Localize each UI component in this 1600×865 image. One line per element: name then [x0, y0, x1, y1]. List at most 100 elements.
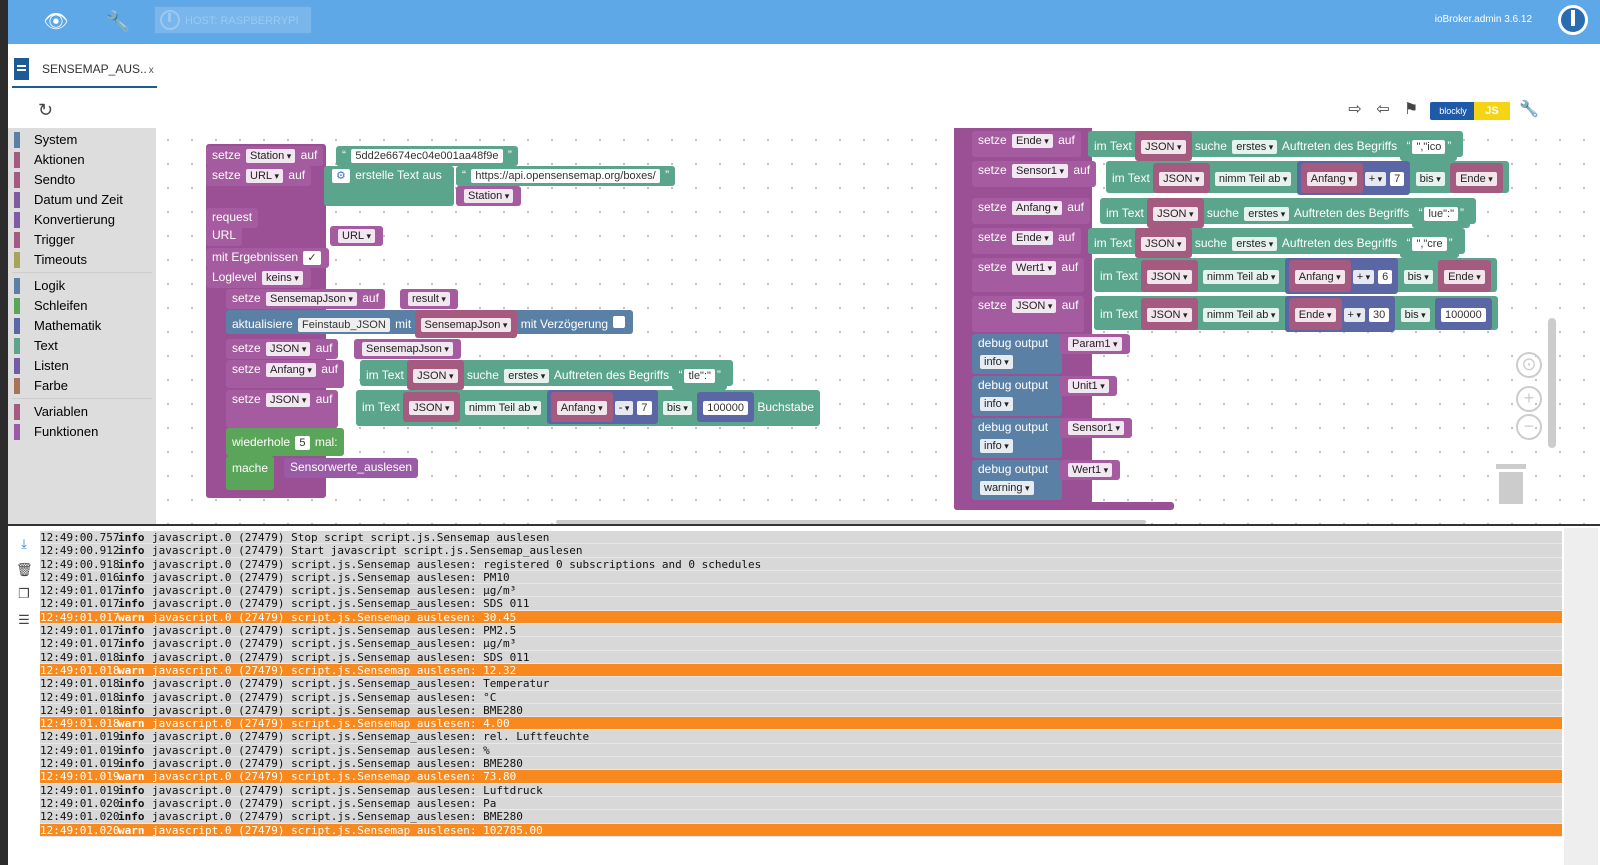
- number-field[interactable]: 5: [295, 436, 310, 450]
- zoom-out-icon[interactable]: −: [1516, 414, 1542, 440]
- number-field[interactable]: 30: [1368, 308, 1390, 322]
- copy-icon[interactable]: ❐: [16, 586, 32, 602]
- wert1-variable-block[interactable]: Wert1: [1060, 460, 1121, 480]
- variable-dropdown[interactable]: SensemapJson: [266, 292, 357, 306]
- variable-dropdown[interactable]: Sensor1: [1068, 421, 1125, 435]
- operator-dropdown[interactable]: +: [1343, 308, 1365, 322]
- iobroker-logo-icon[interactable]: [1558, 5, 1588, 35]
- variable-dropdown[interactable]: Anfang: [1012, 201, 1062, 215]
- set-ende-block[interactable]: setze Ende auf: [972, 131, 1081, 157]
- debug-output-unit1-block[interactable]: debug output info: [972, 376, 1062, 416]
- unit1-variable-block[interactable]: Unit1: [1060, 376, 1117, 396]
- host-selector[interactable]: HOST: RASPBERRYPI: [154, 6, 312, 34]
- toolbox-category-logik[interactable]: Logik: [14, 277, 65, 295]
- text-substring-json-block[interactable]: im Text JSON nimm Teil ab Ende +30 bis 10…: [1094, 296, 1498, 332]
- string-field[interactable]: tle":": [684, 369, 715, 383]
- variable-dropdown[interactable]: Anfang: [266, 363, 316, 377]
- variable-dropdown[interactable]: Sensor1: [1012, 164, 1069, 178]
- check-flag-icon[interactable]: ⚑: [1400, 99, 1422, 121]
- sensor1-variable-block[interactable]: Sensor1: [1060, 418, 1133, 438]
- toolbox-category-trigger[interactable]: Trigger: [14, 231, 75, 249]
- result-variable-block[interactable]: result: [400, 289, 458, 309]
- delay-checkbox[interactable]: [613, 316, 626, 328]
- text-indexof-ico-block[interactable]: im Text JSON suche erstes Auftreten des …: [1088, 131, 1464, 161]
- variable-dropdown[interactable]: Ende: [1012, 231, 1053, 245]
- variable-dropdown[interactable]: Station: [464, 189, 514, 203]
- log-scrollbar[interactable]: [1564, 528, 1598, 865]
- substring-mode-dropdown[interactable]: nimm Teil ab: [1214, 172, 1292, 186]
- param1-variable-block[interactable]: Param1: [1060, 334, 1130, 354]
- set-sensor1-block[interactable]: setze Sensor1 auf: [972, 161, 1097, 187]
- variable-dropdown[interactable]: Anfang: [1306, 172, 1357, 186]
- string-field[interactable]: lue":": [1424, 207, 1458, 221]
- erstes-dropdown[interactable]: erstes: [1232, 140, 1278, 154]
- erstes-dropdown[interactable]: erstes: [504, 369, 550, 383]
- tab-close-button[interactable]: x: [149, 65, 154, 76]
- log-list-icon[interactable]: ☰: [16, 612, 32, 628]
- debug-output-wert1-block[interactable]: debug output warning: [972, 460, 1062, 500]
- variable-dropdown[interactable]: URL: [246, 169, 284, 183]
- debug-output-sensor1-block[interactable]: debug output info: [972, 418, 1062, 458]
- log-level-dropdown[interactable]: info: [980, 397, 1013, 411]
- set-anfang-right-block[interactable]: setze Anfang auf: [972, 198, 1090, 224]
- set-json-substring-block[interactable]: setze JSON auf: [226, 390, 339, 428]
- variable-dropdown[interactable]: Ende: [1294, 308, 1336, 322]
- variable-dropdown[interactable]: Param1: [1068, 337, 1122, 351]
- operator-dropdown[interactable]: -: [614, 401, 634, 415]
- toolbox-category-timeouts[interactable]: Timeouts: [14, 251, 87, 269]
- debug-output-param1-block[interactable]: debug output info: [972, 334, 1062, 374]
- set-json-right-block[interactable]: setze JSON auf: [972, 296, 1085, 332]
- variable-dropdown[interactable]: Wert1: [1012, 261, 1057, 275]
- eye-icon[interactable]: 👁: [42, 8, 70, 36]
- substring-mode-dropdown[interactable]: nimm Teil ab: [1202, 308, 1280, 322]
- variable-dropdown[interactable]: JSON: [1141, 237, 1186, 251]
- workspace-vertical-scrollbar[interactable]: [1548, 318, 1556, 448]
- reload-icon[interactable]: ↻: [38, 100, 53, 121]
- toolbox-category-system[interactable]: System: [14, 131, 77, 149]
- set-anfang-block[interactable]: setze Anfang auf: [226, 360, 344, 388]
- station-id-string-block[interactable]: “ 5dd2e6674ec04e001aa48f9e ”: [336, 146, 518, 166]
- api-url-string-block[interactable]: “ https://api.opensensemap.org/boxes/ ”: [456, 166, 676, 186]
- string-field[interactable]: ","ico: [1412, 140, 1446, 154]
- toolbox-category-funktionen[interactable]: Funktionen: [14, 423, 98, 441]
- text-indexof-cre-block[interactable]: im Text JSON suche erstes Auftreten des …: [1088, 228, 1465, 258]
- string-field[interactable]: 5dd2e6674ec04e001aa48f9e: [351, 149, 503, 163]
- variable-dropdown[interactable]: Ende: [1456, 172, 1497, 186]
- number-field[interactable]: 100000: [703, 401, 749, 415]
- toolbox-category-text[interactable]: Text: [14, 337, 58, 355]
- toolbox-category-mathematik[interactable]: Mathematik: [14, 317, 101, 335]
- number-field[interactable]: 7: [1390, 172, 1405, 186]
- variable-dropdown[interactable]: SensemapJson: [420, 318, 512, 332]
- clear-log-icon[interactable]: 🗑: [16, 562, 33, 578]
- text-substring-wert1-block[interactable]: im Text JSON nimm Teil ab Anfang +6 bis E…: [1094, 258, 1497, 294]
- operator-dropdown[interactable]: +: [1364, 172, 1387, 186]
- text-indexof-block[interactable]: im Text JSON suche erstes Auftreten des …: [360, 360, 733, 390]
- substring-mode-dropdown[interactable]: nimm Teil ab: [1202, 270, 1280, 284]
- toolbox-category-variablen[interactable]: Variablen: [14, 403, 88, 421]
- toolbox-category-sendto[interactable]: Sendto: [14, 171, 75, 189]
- number-field[interactable]: 100000: [1441, 308, 1486, 322]
- blockly-js-toggle[interactable]: blockly JS: [1430, 102, 1510, 120]
- bis-dropdown[interactable]: bis: [1415, 172, 1445, 186]
- set-station-block[interactable]: setze Station auf: [206, 146, 324, 166]
- toolbox-category-konvertierung[interactable]: Konvertierung: [14, 211, 115, 229]
- set-url-block[interactable]: setze URL auf: [206, 166, 312, 186]
- substring-mode-dropdown[interactable]: nimm Teil ab: [464, 401, 542, 415]
- variable-dropdown[interactable]: JSON: [1012, 299, 1057, 313]
- string-field[interactable]: https://api.opensensemap.org/boxes/: [471, 169, 660, 183]
- set-sensemapjson-block[interactable]: setze SensemapJson auf: [226, 289, 385, 309]
- text-substring-sensor1-block[interactable]: im Text JSON nimm Teil ab Anfang +7 bis E…: [1106, 161, 1509, 195]
- variable-dropdown[interactable]: JSON: [266, 342, 311, 356]
- variable-dropdown[interactable]: Ende: [1444, 270, 1485, 284]
- variable-dropdown[interactable]: JSON: [1147, 308, 1192, 322]
- erstes-dropdown[interactable]: erstes: [1232, 237, 1278, 251]
- sensemapjson-variable-block[interactable]: SensemapJson: [354, 339, 461, 359]
- toolbox-category-datum[interactable]: Datum und Zeit: [14, 191, 123, 209]
- call-sensorwerte-block[interactable]: Sensorwerte_auslesen: [284, 458, 419, 478]
- text-join-block[interactable]: ⚙ erstelle Text aus: [324, 166, 454, 206]
- set-wert1-block[interactable]: setze Wert1 auf: [972, 258, 1085, 292]
- repeat-block[interactable]: wiederhole 5 mal:: [226, 428, 344, 456]
- variable-dropdown[interactable]: Anfang: [1294, 270, 1345, 284]
- zoom-in-icon[interactable]: +: [1516, 386, 1542, 412]
- import-icon[interactable]: ⇦: [1372, 99, 1394, 121]
